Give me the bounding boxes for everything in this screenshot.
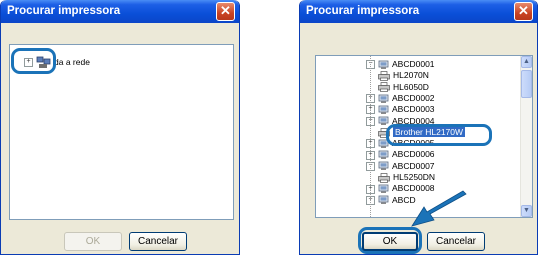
tree-item-label: ABCD0003 xyxy=(392,104,435,115)
tree-computer-item[interactable]: − ABCD0007 xyxy=(366,161,435,172)
left-dialog: Procurar impressora ✕ + da a rede OK Can… xyxy=(0,0,240,255)
tree-item-label: ABCD0006 xyxy=(392,149,435,160)
tree-root-label: da a rede xyxy=(54,56,90,67)
computer-icon xyxy=(378,150,389,160)
tree-printer-item[interactable]: HL5250DN xyxy=(378,172,435,183)
scroll-down-button[interactable]: ▼ xyxy=(521,205,532,217)
tree-printer-item[interactable]: HL2070N xyxy=(378,70,429,81)
tree-item-label: HL2070N xyxy=(393,70,429,81)
right-close-button[interactable]: ✕ xyxy=(514,2,533,21)
computer-icon xyxy=(378,60,389,69)
computer-icon xyxy=(378,94,389,103)
right-dialog: Procurar impressora ✕ − ABCD0001 HL2070N HL… xyxy=(299,0,538,255)
pointer-arrow-icon xyxy=(411,190,467,227)
tree-item-label: ABCD0002 xyxy=(392,92,435,103)
left-titlebar: Procurar impressora ✕ xyxy=(1,0,239,23)
tree-item-label: HL5250DN xyxy=(393,172,436,182)
printer-icon xyxy=(378,71,390,81)
scroll-up-button[interactable]: ▲ xyxy=(521,56,532,68)
computer-icon xyxy=(378,116,389,126)
highlight-callout xyxy=(11,48,56,74)
scroll-thumb[interactable] xyxy=(521,70,532,98)
tree-computer-item[interactable]: +ABCD0006 xyxy=(366,149,435,160)
selected-item-callout xyxy=(386,124,492,146)
computer-icon xyxy=(378,195,389,205)
tree-computer-item[interactable]: − ABCD0001 xyxy=(366,59,435,70)
tree-connector-lines xyxy=(370,56,371,217)
right-cancel-button[interactable]: Cancelar xyxy=(427,232,485,251)
tree-scrollbar[interactable]: ▲ ▼ xyxy=(520,56,532,217)
tree-computer-item[interactable]: + ABCD0002 xyxy=(366,93,435,104)
left-cancel-button[interactable]: Cancelar xyxy=(129,232,187,251)
right-titlebar: Procurar impressora ✕ xyxy=(300,0,537,23)
left-dialog-title: Procurar impressora xyxy=(7,5,121,17)
tree-computer-item[interactable]: +ABCD0003 xyxy=(366,104,435,115)
tree-item-label: ABCD0007 xyxy=(392,160,435,171)
tree-printer-item[interactable]: HL6050D xyxy=(378,82,429,93)
right-ok-button[interactable]: OK xyxy=(362,232,418,251)
tree-item-label: ABCD0001 xyxy=(392,59,435,69)
left-ok-button[interactable]: OK xyxy=(64,232,122,251)
computer-icon xyxy=(378,105,389,114)
printer-icon xyxy=(378,172,390,183)
computer-icon xyxy=(378,184,389,194)
printer-icon xyxy=(378,82,390,93)
left-close-button[interactable]: ✕ xyxy=(216,2,235,21)
right-dialog-title: Procurar impressora xyxy=(306,5,420,17)
computer-icon xyxy=(378,162,389,171)
tree-item-label: HL6050D xyxy=(393,81,429,92)
